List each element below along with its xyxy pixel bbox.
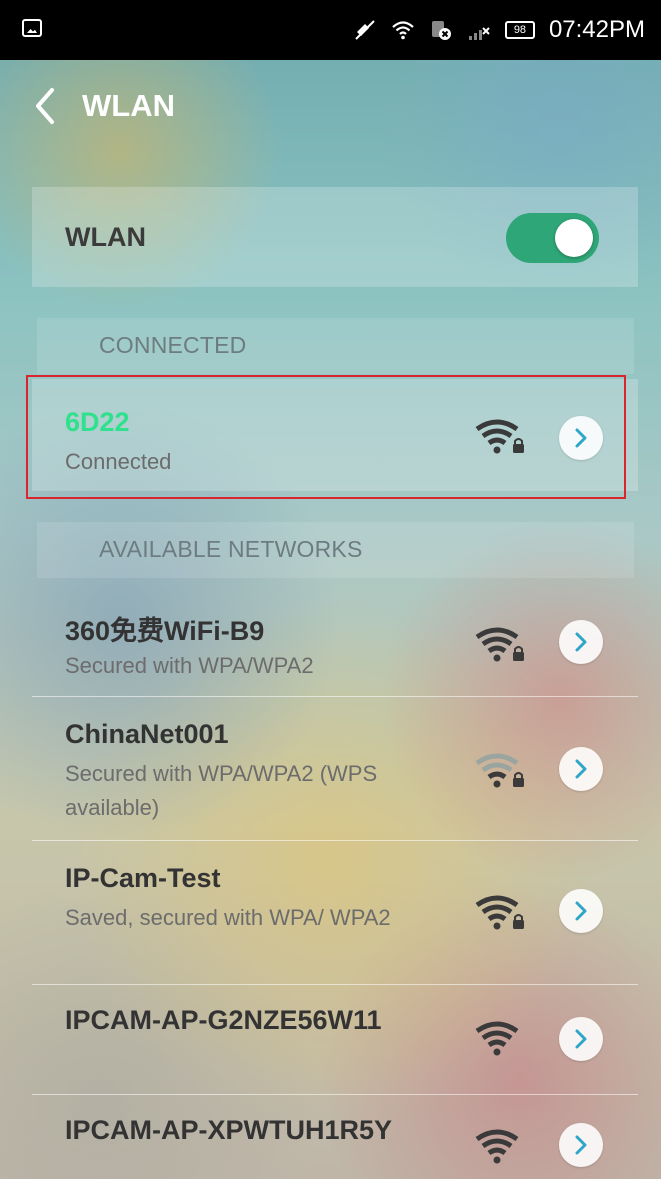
network-details-button[interactable]: [559, 1017, 603, 1061]
network-row[interactable]: IPCAM-AP-G2NZE56W11: [32, 985, 638, 1093]
network-name: IP-Cam-Test: [65, 863, 221, 893]
wlan-toggle-label: WLAN: [65, 222, 146, 252]
page-title: WLAN: [82, 88, 175, 123]
network-status: Saved, secured with WPA/ WPA2: [65, 905, 391, 930]
chevron-right-icon: [575, 1135, 587, 1155]
wifi-icon: [475, 1021, 519, 1056]
wifi-icon: [392, 21, 414, 40]
network-details-button[interactable]: [559, 620, 603, 664]
sim-error-icon: [431, 21, 451, 40]
toggle-knob: [555, 219, 593, 257]
network-name: 360免费WiFi-B9: [65, 616, 265, 646]
back-button[interactable]: [30, 86, 70, 126]
wifi-icon: [475, 1129, 519, 1164]
network-details-button[interactable]: [559, 889, 603, 933]
selection-highlight-box: [26, 375, 626, 499]
network-row[interactable]: IP-Cam-Test Saved, secured with WPA/ WPA…: [32, 841, 638, 983]
mute-icon: [355, 20, 375, 40]
clock: 07:42PM: [548, 16, 645, 43]
chevron-right-icon: [575, 901, 587, 921]
signal-icon: [468, 27, 490, 40]
app-header: WLAN: [0, 80, 661, 136]
network-status: Secured with WPA/WPA2: [65, 653, 314, 678]
chevron-right-icon: [575, 1029, 587, 1049]
network-name: IPCAM-AP-G2NZE56W11: [65, 1005, 382, 1035]
network-details-button[interactable]: [559, 747, 603, 791]
section-header-connected: CONNECTED: [37, 318, 634, 374]
chevron-right-icon: [575, 759, 587, 779]
network-details-button[interactable]: [559, 1123, 603, 1167]
picture-icon: [22, 19, 42, 37]
wifi-lock-icon: [475, 627, 524, 662]
status-icons: 98 07:42PM: [353, 14, 645, 46]
network-name: ChinaNet001: [65, 719, 229, 749]
wifi-lock-icon: [475, 753, 524, 788]
section-header-available: AVAILABLE NETWORKS: [37, 522, 634, 578]
section-header-label: AVAILABLE NETWORKS: [99, 536, 363, 562]
status-bar: 98 07:42PM: [0, 0, 661, 60]
network-row[interactable]: ChinaNet001 Secured with WPA/WPA2 (WPS a…: [32, 697, 638, 839]
wifi-lock-icon: [475, 895, 524, 930]
wlan-settings-screen: 98 07:42PM WLAN WLAN CONNECTED 6D22 Conn…: [0, 0, 661, 1179]
network-status: Secured with WPA/WPA2 (WPS available): [65, 761, 378, 820]
wlan-toggle-row[interactable]: WLAN: [32, 187, 638, 287]
chevron-right-icon: [575, 632, 587, 652]
network-row[interactable]: IPCAM-AP-XPWTUH1R5Y: [32, 1095, 638, 1179]
wlan-toggle-switch[interactable]: [506, 213, 599, 263]
network-row[interactable]: 360免费WiFi-B9 Secured with WPA/WPA2: [32, 587, 638, 695]
network-name: IPCAM-AP-XPWTUH1R5Y: [65, 1115, 393, 1145]
battery-icon: 98: [504, 21, 535, 39]
chevron-left-icon: [36, 88, 54, 124]
section-header-label: CONNECTED: [99, 332, 247, 358]
